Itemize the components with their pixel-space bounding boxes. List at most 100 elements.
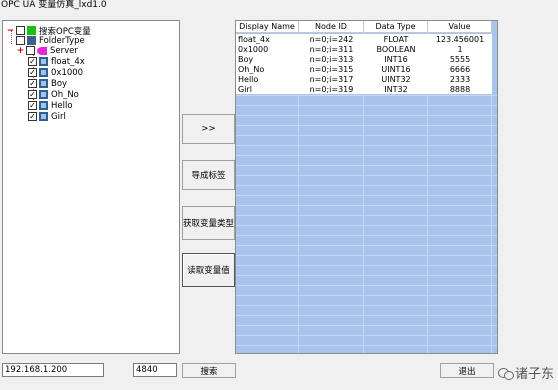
tag-icon <box>39 68 48 77</box>
grid-line <box>236 275 497 276</box>
tree-checkbox[interactable] <box>16 26 25 35</box>
grid-line <box>236 185 497 186</box>
tree-checkbox-checked[interactable]: ✓ <box>28 90 37 99</box>
cell-display-name[interactable]: Hello <box>236 74 299 84</box>
tree-node-label: 0x1000 <box>51 67 84 78</box>
cell-node-id[interactable]: n=0;i=315 <box>299 64 364 74</box>
grid-line <box>236 205 497 206</box>
grid-line <box>236 125 497 126</box>
grid-line <box>236 265 497 266</box>
tree-checkbox-checked[interactable]: ✓ <box>28 79 37 88</box>
watermark: 诸子东 <box>497 363 554 382</box>
grid-line <box>236 235 497 236</box>
tag-icon <box>39 57 48 66</box>
grid-line <box>236 345 497 346</box>
cell-data-type[interactable]: UINT32 <box>364 74 428 84</box>
tree-node-label: float_4x <box>51 56 85 67</box>
grid-line <box>236 105 497 106</box>
tree-node-tag[interactable]: ✓ Hello <box>28 100 73 111</box>
grid-line <box>236 95 497 96</box>
column-header-data-type[interactable]: Data Type <box>364 21 428 33</box>
cell-value[interactable]: 8888 <box>428 84 492 94</box>
cell-node-id[interactable]: n=0;i=313 <box>299 54 364 64</box>
cell-node-id[interactable]: n=0;i=317 <box>299 74 364 84</box>
tree-node-label: Boy <box>51 78 68 89</box>
cell-data-type[interactable]: INT16 <box>364 54 428 64</box>
tree-node-label: Server <box>50 45 78 56</box>
cell-display-name[interactable]: Oh_No <box>236 64 299 74</box>
tree-node-tag[interactable]: ✓ Oh_No <box>28 89 79 100</box>
collapse-toggle[interactable]: − <box>6 26 15 35</box>
column-header-value[interactable]: Value <box>428 21 492 33</box>
tree-checkbox-checked[interactable]: ✓ <box>28 68 37 77</box>
tag-icon <box>39 79 48 88</box>
grid-line <box>236 245 497 246</box>
tree-checkbox-checked[interactable]: ✓ <box>28 101 37 110</box>
grid-line <box>236 135 497 136</box>
tag-icon <box>39 101 48 110</box>
expand-toggle[interactable]: + <box>16 46 25 55</box>
variable-grid[interactable]: Display Name Node ID Data Type Value flo… <box>235 20 498 354</box>
cell-value[interactable]: 6666 <box>428 64 492 74</box>
cell-data-type[interactable]: UINT16 <box>364 64 428 74</box>
cell-display-name[interactable]: Boy <box>236 54 299 64</box>
tree-node-label: FolderType <box>39 35 85 46</box>
grid-line <box>236 165 497 166</box>
tree-node-tag[interactable]: ✓ Girl <box>28 111 66 122</box>
watermark-text: 诸子东 <box>514 367 554 382</box>
cell-data-type[interactable]: FLOAT <box>364 34 428 44</box>
folder-icon <box>27 36 36 45</box>
forward-button[interactable]: >> <box>182 114 235 144</box>
tree-checkbox-checked[interactable]: ✓ <box>28 57 37 66</box>
cell-display-name[interactable]: Girl <box>236 84 299 94</box>
tag-icon <box>39 112 48 121</box>
cell-data-type[interactable]: INT32 <box>364 84 428 94</box>
tree-node-tag[interactable]: ✓ float_4x <box>28 56 85 67</box>
cell-node-id[interactable]: n=0;i=319 <box>299 84 364 94</box>
tag-icon <box>39 90 48 99</box>
cell-data-type[interactable]: BOOLEAN <box>364 44 428 54</box>
cell-value[interactable]: 1 <box>428 44 492 54</box>
read-values-button[interactable]: 读取变量值 <box>182 253 235 287</box>
grid-line <box>236 145 497 146</box>
grid-line <box>236 285 497 286</box>
export-tags-button[interactable]: 导成标签 <box>182 160 235 190</box>
cell-display-name[interactable]: 0x1000 <box>236 44 299 54</box>
cell-display-name[interactable]: float_4x <box>236 34 299 44</box>
cell-node-id[interactable]: n=0;i=311 <box>299 44 364 54</box>
cell-value[interactable]: 123.456001 <box>428 34 492 44</box>
wechat-icon <box>497 367 514 380</box>
tree-checkbox[interactable] <box>26 46 35 55</box>
tree-checkbox-checked[interactable]: ✓ <box>28 112 37 121</box>
tree-checkbox[interactable] <box>16 36 25 45</box>
grid-line <box>236 195 497 196</box>
grid-line <box>236 325 497 326</box>
grid-line <box>236 225 497 226</box>
grid-line <box>236 215 497 216</box>
cell-node-id[interactable]: n=0;i=242 <box>299 34 364 44</box>
tree-node-label: Hello <box>51 100 73 111</box>
grid-line <box>236 115 497 116</box>
grid-line <box>236 315 497 316</box>
grid-line <box>236 305 497 306</box>
cell-value[interactable]: 5555 <box>428 54 492 64</box>
tree-node-tag[interactable]: ✓ Boy <box>28 78 67 89</box>
ip-address-field[interactable]: 192.168.1.200 <box>2 363 104 377</box>
root-node-icon <box>27 26 36 35</box>
grid-line <box>236 155 497 156</box>
grid-line <box>236 295 497 296</box>
tree-node-server[interactable]: + Server <box>16 45 78 56</box>
grid-line <box>236 175 497 176</box>
tree-node-label: Oh_No <box>51 89 79 100</box>
tree-node-tag[interactable]: ✓ 0x1000 <box>28 67 83 78</box>
get-types-button[interactable]: 获取变量类型 <box>182 206 235 240</box>
tree-node-label: Girl <box>51 111 66 122</box>
server-icon <box>37 46 47 55</box>
exit-button[interactable]: 退出 <box>440 363 494 378</box>
port-field[interactable]: 4840 <box>133 363 177 377</box>
variable-tree[interactable]: − 搜索OPC变量 FolderType + Server ✓ float_4x… <box>2 20 180 354</box>
search-button[interactable]: 搜索 <box>182 363 236 378</box>
column-header-node-id[interactable]: Node ID <box>299 21 364 33</box>
column-header-display-name[interactable]: Display Name <box>236 21 299 33</box>
cell-value[interactable]: 2333 <box>428 74 492 84</box>
